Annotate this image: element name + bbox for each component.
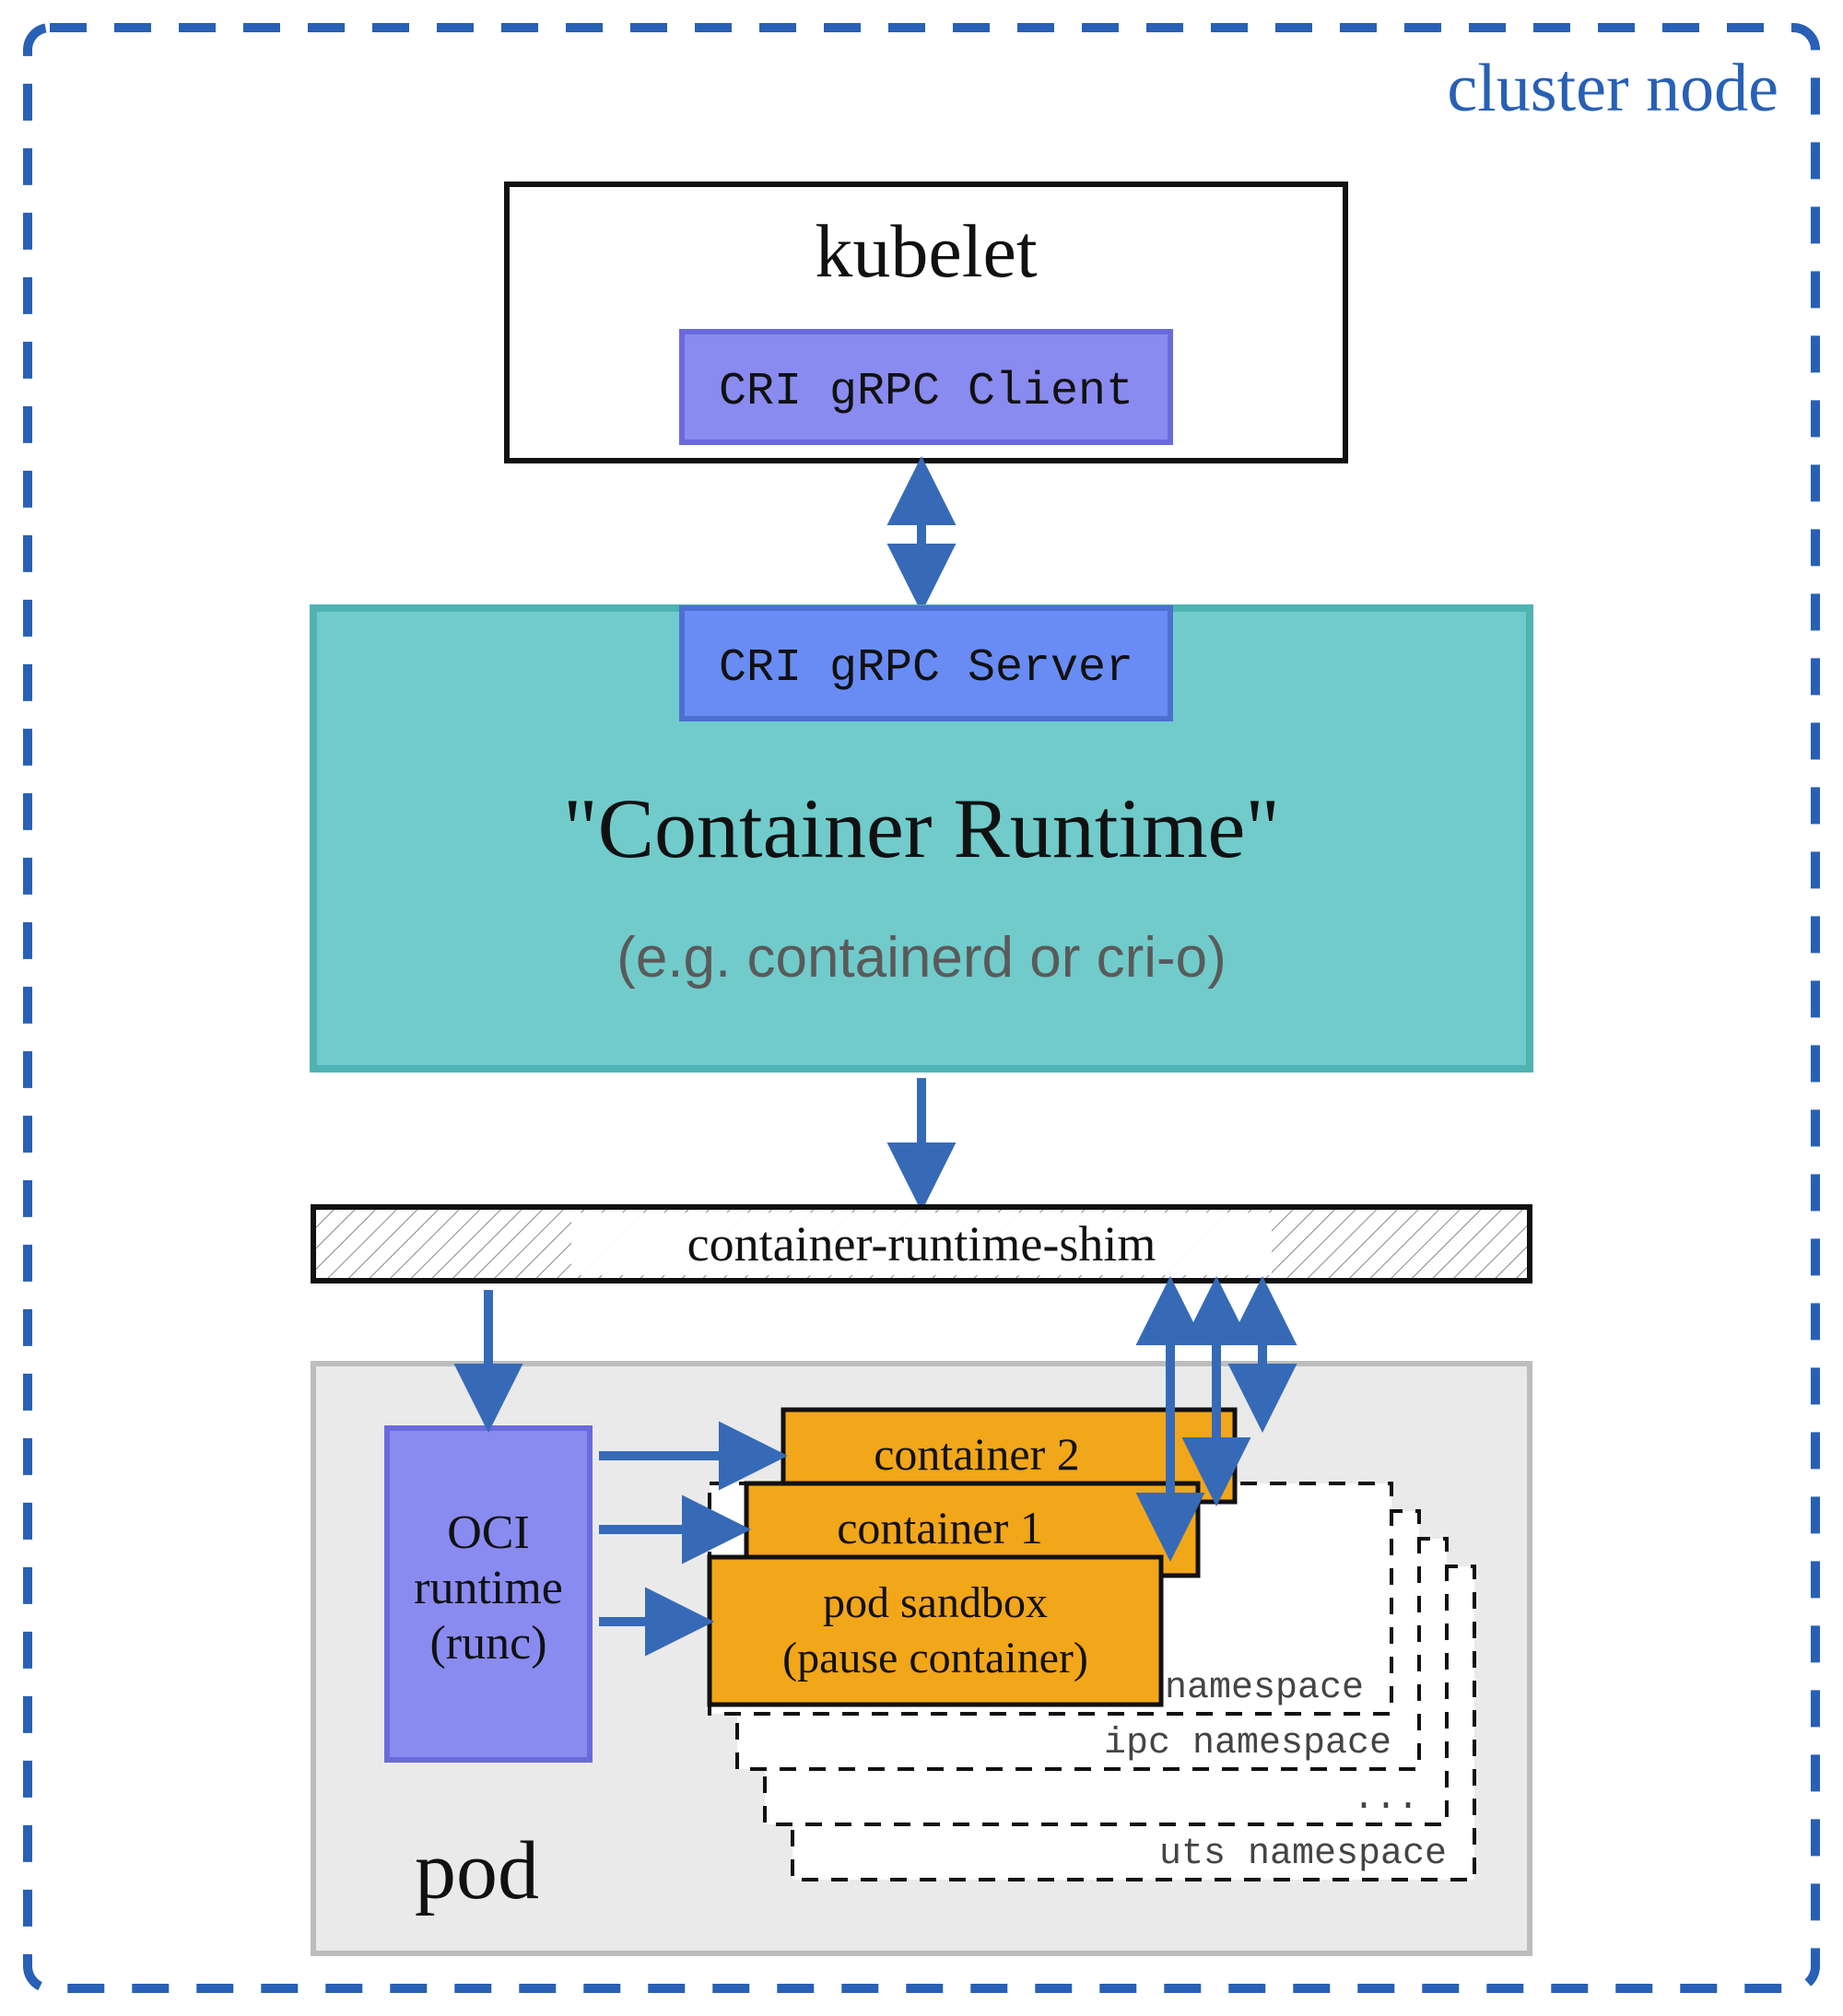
oci-runtime-line3: (runc) [429, 1617, 546, 1670]
container-1-label: container 1 [837, 1502, 1043, 1553]
ns-dots-label: ... [1353, 1778, 1419, 1820]
ns-ipc-label: ipc namespace [1104, 1723, 1391, 1764]
pod-sandbox-line1: pod sandbox [823, 1578, 1048, 1627]
diagram-root: cluster node kubelet CRI gRPC Client CRI… [0, 0, 1843, 2016]
cri-client-label: CRI gRPC Client [719, 366, 1133, 418]
oci-runtime-line2: runtime [414, 1562, 563, 1614]
cluster-node-label: cluster node [1447, 51, 1778, 126]
kubelet-title: kubelet [815, 209, 1038, 293]
ns-uts-label: uts namespace [1159, 1834, 1447, 1875]
container-runtime-title: "Container Runtime" [563, 781, 1280, 875]
pod-sandbox-line2: (pause container) [782, 1634, 1088, 1682]
container-runtime-subtitle: (e.g. containerd or cri-o) [616, 926, 1227, 990]
pod-label: pod [415, 1825, 539, 1916]
oci-runtime-line1: OCI [447, 1506, 530, 1559]
shim-label: container-runtime-shim [687, 1216, 1156, 1272]
container-2-label: container 2 [874, 1428, 1080, 1480]
cri-server-label: CRI gRPC Server [719, 642, 1133, 695]
